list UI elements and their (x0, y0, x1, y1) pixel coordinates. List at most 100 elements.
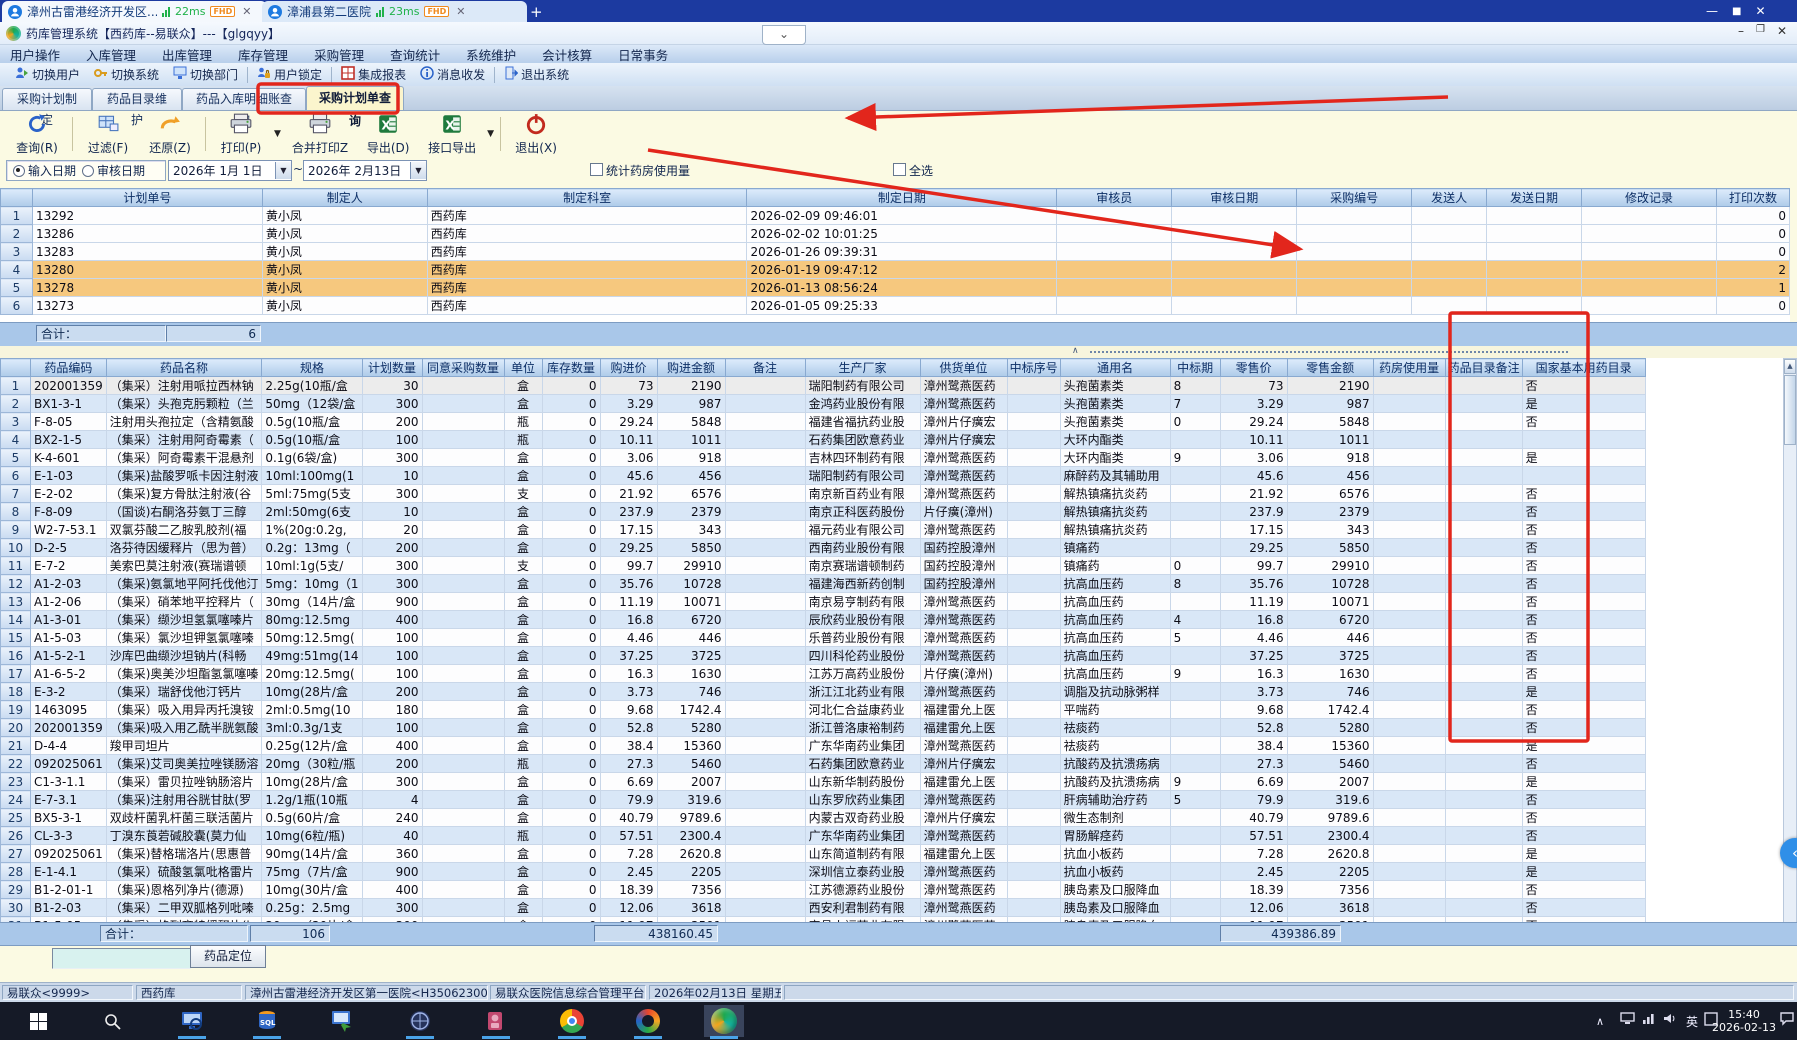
plan-column-header[interactable]: 采购编号 (1296, 188, 1413, 207)
drug-row[interactable]: 24 E-7-3.1 （集采)注射用谷胱甘肽(罗 1.2g/1瓶(10瓶 4 盒 0 79.9… (0, 790, 1646, 809)
detail-column-header[interactable]: 零售价 (1219, 358, 1288, 377)
detail-column-header[interactable]: 备注 (724, 358, 806, 377)
quick-tool-switch-dept[interactable]: 切换部门 (166, 66, 245, 83)
tray-speaker-icon[interactable] (1663, 1012, 1678, 1028)
quick-tool-switch-user[interactable]: 切换用户 (8, 66, 87, 83)
tray-language-indicator[interactable]: 英 (1686, 1013, 1698, 1030)
taskbar-search-icon[interactable] (92, 1005, 132, 1037)
dropdown-arrow-icon[interactable]: ▼ (274, 129, 281, 139)
taskbar-app-pink-icon[interactable] (476, 1005, 516, 1039)
drug-row[interactable]: 17 A1-6-5-2 （集采)奥美沙坦酯氢氯噻嗪 20mg:12.5mg(100 盒 0… (0, 664, 1646, 683)
detail-column-header[interactable]: 药品名称 (105, 358, 263, 377)
plan-column-header[interactable]: 打印次数 (1715, 188, 1790, 207)
taskbar-app-chrome-icon[interactable] (552, 1005, 592, 1039)
menu-item[interactable]: 采购管理 (314, 45, 364, 64)
drug-row[interactable]: 15 A1-5-03 （集采）氯沙坦钾氢氯噻嗪 50mg:12.5mg(100 盒 0 4.… (0, 628, 1646, 647)
plan-row[interactable]: 4 13280 黄小凤 西药库 2026-01-19 09:47:12 2 (0, 260, 1790, 279)
tray-monitor-icon[interactable] (1620, 1012, 1635, 1028)
detail-column-header[interactable]: 购进金额 (656, 358, 726, 377)
app-close-icon[interactable]: ✕ (1777, 24, 1787, 38)
taskbar-app-monitor-icon[interactable] (172, 1005, 212, 1039)
tab-close-icon[interactable]: ✕ (242, 5, 251, 18)
date-from-picker[interactable]: 2026年 1月 1日 ▼ (168, 160, 292, 181)
taskbar-app-sql-icon[interactable]: SQL (247, 1005, 287, 1039)
input-date-radio[interactable] (13, 164, 25, 177)
drug-row[interactable]: 11 E-7-2 美索巴莫注射液(赛瑞谱顿 10ml:1g(5支/300 支 0 99.7 2… (0, 556, 1646, 575)
scrollbar-thumb[interactable] (1784, 375, 1796, 445)
drug-row[interactable]: 3 F-8-05 注射用头孢拉定（含精氨酸 0.5g(10瓶/盒 200 瓶 0 29.24 5… (0, 412, 1646, 431)
detail-column-header[interactable]: 规格 (261, 358, 363, 377)
drug-row[interactable]: 23 C1-3-1.1 （集采）雷贝拉唑钠肠溶片 10mg(28片/盒 300 盒 0 6.6… (0, 772, 1646, 791)
drug-locate-button[interactable]: 药品定位 (190, 945, 266, 968)
app-minimize-icon[interactable]: – (1738, 24, 1744, 38)
drug-locate-input[interactable] (52, 948, 191, 969)
splitter-collapse-icon[interactable]: ∧ (1072, 346, 1079, 356)
detail-column-header[interactable]: 计划数量 (361, 358, 423, 377)
page-tab-3[interactable]: 药品入库明细账查询 (182, 88, 306, 127)
detail-column-header[interactable]: 单位 (503, 358, 543, 377)
browser-maximize-icon[interactable]: ■ (1732, 6, 1741, 17)
drug-row[interactable]: 27 092025061 （集采)替格瑞洛片(思惠普 90mg(14片/盒 360 盒 0 7… (0, 844, 1646, 863)
menu-item[interactable]: 系统维护 (466, 45, 516, 64)
menu-item[interactable]: 用户操作 (10, 45, 60, 64)
drug-row[interactable]: 1 202001359 （集采）注射用哌拉西林钠 2.25g(10瓶/盒 30 盒 0 73 2… (0, 376, 1646, 395)
menu-item[interactable]: 出库管理 (162, 45, 212, 64)
action-过滤F[interactable]: 过滤(F) (77, 111, 139, 158)
drug-row[interactable]: 4 BX2-1-5 （集采）注射用阿奇霉素（ 0.5g(10瓶/盒 100 瓶 0 10.11… (0, 430, 1646, 449)
scroll-up-icon[interactable]: ▲ (1784, 359, 1796, 374)
date-to-picker[interactable]: 2026年 2月13日 ▼ (303, 160, 427, 181)
taskbar-app-ring-icon[interactable] (628, 1005, 668, 1039)
drug-row[interactable]: 21 D-4-4 羧甲司坦片 0.25g(12片/盒 400 盒 0 38.4 15360 广东华… (0, 736, 1646, 755)
date-to-dropdown-icon[interactable]: ▼ (410, 162, 426, 179)
plan-row[interactable]: 2 13286 黄小凤 西药库 2026-02-02 10:01:25 0 (0, 224, 1790, 243)
detail-column-header[interactable]: 药品目录备注 (1444, 358, 1523, 377)
detail-column-header[interactable]: 药品编码 (30, 358, 107, 377)
drug-row[interactable]: 26 CL-3-3 丁溴东莨菪碱胶囊(莫力仙 10mg(6粒/瓶) 40 瓶 0 57.51 2… (0, 826, 1646, 845)
browser-tab[interactable]: 漳州古雷港经济开发区... 22ms FHD ✕ (2, 1, 267, 22)
title-dropdown-button[interactable]: ⌄ (762, 25, 806, 45)
quick-tool-switch-system[interactable]: 切换系统 (87, 66, 166, 83)
drug-row[interactable]: 29 B1-2-01-1 （集采)恩格列净片(德源) 10mg(30片/盒 400 盒 0 1… (0, 880, 1646, 899)
drug-row[interactable]: 22 092025061 （集采)艾司奥美拉唑镁肠溶 20mg（30粒/瓶 200 瓶 0 2… (0, 754, 1646, 773)
usage-checkbox[interactable] (590, 163, 603, 176)
dropdown-arrow-icon[interactable]: ▼ (487, 129, 494, 139)
plan-column-header[interactable]: 发送日期 (1486, 188, 1583, 207)
plan-row[interactable]: 1 13292 黄小凤 西药库 2026-02-09 09:46:01 0 (0, 206, 1790, 225)
menu-item[interactable]: 日常事务 (618, 45, 668, 64)
drug-row[interactable]: 13 A1-2-06 （集采）硝苯地平控释片（ 30mg（14片/盒 900 盒 0 11.1… (0, 592, 1646, 611)
audit-date-radio[interactable] (82, 164, 95, 177)
notification-center-icon[interactable] (1779, 1011, 1795, 1029)
select-all-checkbox[interactable] (893, 163, 906, 176)
drug-row[interactable]: 10 D-2-5 洛芬待因缓释片（思为普） 0.2g：13mg（ 200 盒 0 29.25 5… (0, 538, 1646, 557)
detail-column-header[interactable]: 零售金额 (1286, 358, 1374, 377)
new-tab-button[interactable]: + (530, 3, 543, 21)
plan-column-header[interactable]: 审核员 (1056, 188, 1173, 207)
plan-column-header[interactable]: 发送人 (1411, 188, 1488, 207)
drug-row[interactable]: 7 E-2-02 （集采)复方骨肽注射液(谷 5ml:75mg(5支 300 支 0 21.9… (0, 484, 1646, 503)
menu-item[interactable]: 入库管理 (86, 45, 136, 64)
app-restore-icon[interactable]: ❐ (1756, 24, 1765, 38)
detail-column-header[interactable]: 国家基本用药目录 (1521, 358, 1646, 377)
tray-network-icon[interactable] (1642, 1012, 1656, 1028)
quick-tool-report[interactable]: 集成报表 (334, 66, 413, 83)
action-合并打印Z[interactable]: 合并打印Z (283, 111, 357, 158)
menu-item[interactable]: 库存管理 (238, 45, 288, 64)
drug-row[interactable]: 20 202001359 （集采)吸入用乙酰半胱氨酸 3ml:0.3g/1支 100 盒 0… (0, 718, 1646, 737)
date-from-dropdown-icon[interactable]: ▼ (275, 162, 291, 179)
menu-item[interactable]: 查询统计 (390, 45, 440, 64)
detail-column-header[interactable]: 药房使用量 (1372, 358, 1446, 377)
plan-column-header[interactable]: 制定人 (261, 188, 428, 207)
start-button-icon[interactable] (18, 1005, 58, 1037)
quick-tool-message[interactable]: 消息收发 (413, 66, 492, 83)
taskbar-app-system-icon[interactable] (322, 1005, 362, 1037)
drug-row[interactable]: 2 BX1-3-1 （集采）头孢克肟颗粒（兰 50mg（12袋/盒 300 盒 0 3.29 9… (0, 394, 1646, 413)
browser-close-icon[interactable]: ✕ (1755, 4, 1765, 18)
detail-column-header[interactable]: 供货单位 (919, 358, 1008, 377)
detail-column-header[interactable]: 同意采购数量 (421, 358, 505, 377)
action-还原Z[interactable]: 还原(Z) (139, 111, 201, 158)
plan-row[interactable]: 5 13278 黄小凤 西药库 2026-01-13 08:56:24 1 (0, 278, 1790, 297)
drug-row[interactable]: 12 A1-2-03 （集采)氨氯地平阿托伐他汀 5mg：10mg（1 300 盒 0 35.… (0, 574, 1646, 593)
plan-column-header[interactable]: 制定科室 (426, 188, 748, 207)
drug-row[interactable]: 30 B1-2-03 （集采）二甲双胍格列吡嗪 0.25g：2.5mg 300 盒 0 12.… (0, 898, 1646, 917)
detail-column-header[interactable]: 通用名 (1059, 358, 1171, 377)
